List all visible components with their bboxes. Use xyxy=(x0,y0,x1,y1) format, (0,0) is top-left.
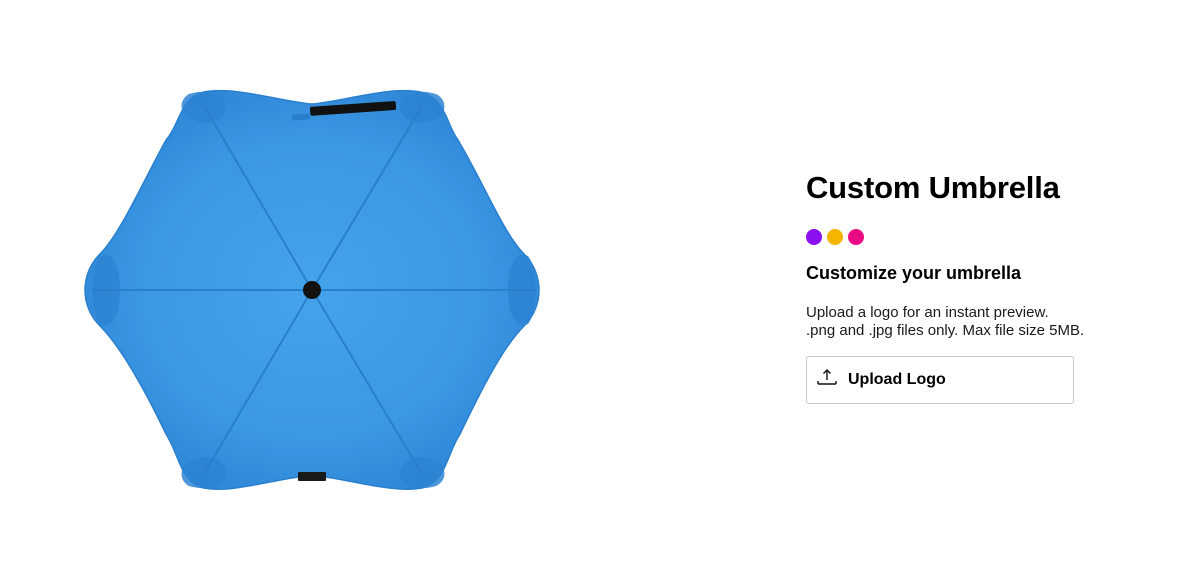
upload-description: Upload a logo for an instant preview. .p… xyxy=(806,304,1166,340)
swatch-amber[interactable] xyxy=(827,229,843,245)
upload-logo-label: Upload Logo xyxy=(848,371,946,388)
umbrella-image xyxy=(84,89,540,490)
umbrella-hub xyxy=(303,281,321,299)
upload-icon xyxy=(817,367,837,387)
description-line-1: Upload a logo for an instant preview. xyxy=(806,304,1049,321)
page: Custom Umbrella Customize your umbrella … xyxy=(0,0,1204,586)
umbrella-preview xyxy=(84,84,544,494)
swatch-purple[interactable] xyxy=(806,229,822,245)
description-line-2: .png and .jpg files only. Max file size … xyxy=(806,322,1085,339)
customize-heading: Customize your umbrella xyxy=(806,263,1022,283)
product-title: Custom Umbrella xyxy=(806,170,1060,205)
upload-logo-button[interactable]: Upload Logo xyxy=(806,356,1074,404)
swatch-magenta[interactable] xyxy=(848,229,864,245)
umbrella-label xyxy=(298,472,326,481)
color-swatches xyxy=(806,229,1166,245)
customize-panel: Custom Umbrella Customize your umbrella … xyxy=(806,168,1166,404)
